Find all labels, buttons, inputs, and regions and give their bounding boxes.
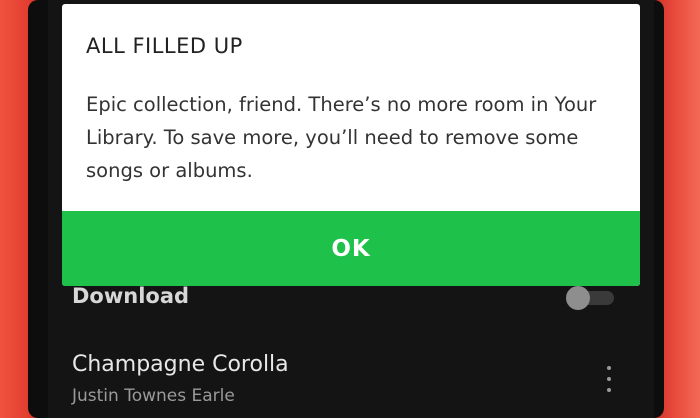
dialog-message: Epic collection, friend. There’s no more… bbox=[86, 93, 597, 182]
dialog-title: ALL FILLED UP bbox=[86, 34, 243, 58]
song-artist: Justin Townes Earle bbox=[72, 386, 235, 406]
ok-button-label: OK bbox=[331, 235, 371, 262]
song-title[interactable]: Champagne Corolla bbox=[72, 352, 289, 377]
download-label: Download bbox=[72, 284, 190, 308]
ok-button[interactable]: OK bbox=[62, 211, 640, 286]
library-full-dialog: ALL FILLED UP Epic collection, friend. T… bbox=[62, 4, 640, 286]
download-toggle[interactable] bbox=[566, 286, 614, 310]
more-vertical-icon[interactable] bbox=[604, 366, 614, 402]
phone-screen: Download Champagne Corolla Justin Townes… bbox=[48, 0, 654, 418]
download-toggle-knob bbox=[566, 286, 590, 310]
